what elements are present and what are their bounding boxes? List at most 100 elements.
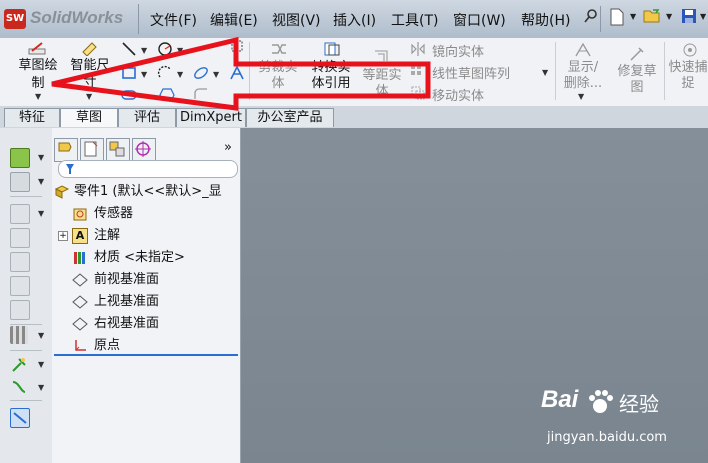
lights-icon[interactable]	[10, 356, 28, 374]
property-manager-tab-icon[interactable]	[80, 138, 104, 162]
watermark-url: jingyan.baidu.com	[547, 430, 667, 445]
app-logo[interactable]: SW SolidWorks	[4, 7, 132, 31]
chevron-down-icon[interactable]: ▼	[141, 46, 147, 55]
quick-snaps-button[interactable]: 快速捕 捉	[666, 40, 708, 102]
menu-view[interactable]: 视图(V)	[272, 10, 321, 30]
circle-icon[interactable]	[157, 41, 173, 57]
tree-filter-input[interactable]	[58, 160, 238, 178]
chevron-down-icon[interactable]: ▼	[630, 12, 636, 21]
divider	[664, 42, 665, 100]
menu-edit[interactable]: 编辑(E)	[210, 10, 258, 30]
linear-pattern-label: 线性草图阵列	[432, 67, 511, 82]
feature-tree-tab-icon[interactable]	[54, 138, 78, 162]
app-name: SolidWorks	[30, 8, 124, 27]
chevron-down-icon[interactable]: ▼	[38, 331, 44, 340]
section-view-icon[interactable]	[10, 204, 30, 224]
pan-icon[interactable]	[10, 300, 30, 320]
divider	[10, 350, 42, 351]
chevron-down-icon[interactable]: ▼	[38, 153, 44, 162]
save-icon[interactable]	[679, 8, 699, 28]
convert-entities-icon	[323, 41, 341, 61]
tab-evaluate[interactable]: 评估	[118, 108, 176, 127]
spline-icon[interactable]	[193, 65, 209, 81]
line-icon[interactable]	[121, 41, 137, 57]
slot-icon[interactable]	[121, 87, 137, 103]
smart-dimension-label-2: 寸	[83, 76, 97, 91]
menu-insert[interactable]: 插入(I)	[333, 10, 376, 30]
chevron-down-icon[interactable]: ▼	[38, 383, 44, 392]
display-delete-label-2: 删除...	[563, 76, 603, 91]
menu-tools[interactable]: 工具(T)	[391, 10, 438, 30]
text-icon[interactable]	[229, 65, 245, 81]
rotate-view-icon[interactable]	[10, 276, 30, 296]
sensor-icon	[72, 206, 88, 222]
display-style-icon[interactable]	[10, 172, 30, 192]
zoom-area-icon[interactable]	[10, 252, 30, 272]
divider	[555, 42, 556, 100]
rollback-bar[interactable]	[54, 354, 238, 356]
chevron-down-icon[interactable]: ▼	[700, 12, 706, 21]
tab-sketch[interactable]: 草图	[60, 108, 118, 127]
configuration-manager-tab-icon[interactable]	[106, 138, 130, 162]
chevron-down-icon[interactable]: ▼	[177, 46, 183, 55]
chevron-down-icon[interactable]: ▼	[213, 70, 219, 79]
repair-icon	[629, 46, 647, 66]
arc-icon[interactable]	[157, 65, 173, 81]
display-delete-label-1: 显示/	[567, 60, 599, 75]
divider	[10, 196, 42, 197]
chevron-down-icon[interactable]: ▼	[666, 12, 672, 21]
trim-label-2: 体	[271, 76, 285, 91]
expand-plus-icon[interactable]: +	[58, 231, 68, 241]
trim-entities-button[interactable]: 剪裁实 体	[252, 40, 304, 100]
graphics-area[interactable]: Bai 经验 jingyan.baidu.com	[241, 128, 708, 463]
chevron-down-icon[interactable]: ▼	[38, 177, 44, 186]
pin-icon[interactable]	[581, 8, 601, 28]
menu-window[interactable]: 窗口(W)	[453, 10, 506, 30]
chevron-down-icon[interactable]: ▼	[38, 209, 44, 218]
plane-icon	[72, 272, 88, 288]
view-orientation-icon[interactable]	[10, 148, 30, 168]
menu-help[interactable]: 帮助(H)	[521, 10, 570, 30]
plane-icon	[72, 294, 88, 310]
plane-icon	[72, 316, 88, 332]
expand-panel-button[interactable]: »	[224, 140, 232, 155]
chevron-down-icon[interactable]: ▼	[141, 70, 147, 79]
linear-pattern-button[interactable]: 线性草图阵列 ▼	[410, 62, 560, 82]
display-delete-relations-button[interactable]: 显示/ 删除... ▼	[558, 40, 608, 102]
offset-entities-button[interactable]: 等距实 体	[358, 40, 406, 100]
tree-item-label: 传感器	[94, 206, 134, 221]
offset-icon	[373, 48, 391, 68]
smart-dimension-icon	[80, 40, 100, 60]
tree-item-label: 原点	[94, 338, 121, 353]
chevron-down-icon[interactable]: ▼	[38, 360, 44, 369]
smart-dimension-button[interactable]: 智能尺 寸 ▼	[66, 40, 114, 101]
zoom-fit-icon[interactable]	[10, 228, 30, 248]
convert-label-1: 转换实	[311, 60, 351, 75]
tab-features[interactable]: 特征	[4, 108, 60, 127]
open-folder-icon[interactable]	[642, 8, 662, 28]
sketch-button[interactable]: 草图绘 制 ▼	[16, 40, 60, 101]
tab-office-products[interactable]: 办公室产品	[246, 108, 334, 127]
convert-entities-button[interactable]: 转换实 体引用	[304, 40, 358, 100]
move-entities-button[interactable]: 移动实体	[410, 84, 560, 104]
curve-icon[interactable]	[10, 378, 28, 396]
point-icon[interactable]	[229, 38, 245, 54]
menu-file[interactable]: 文件(F)	[150, 10, 197, 30]
tab-dimxpert[interactable]: DimXpert	[176, 108, 246, 127]
fillet-icon[interactable]	[193, 87, 209, 103]
filter-icon	[65, 163, 75, 179]
smart-dimension-label-1: 智能尺	[70, 58, 110, 73]
mirror-entities-button[interactable]: 镜向实体	[410, 40, 560, 60]
dimxpert-manager-tab-icon[interactable]	[132, 138, 156, 162]
repair-sketch-button[interactable]: 修复草 图	[612, 40, 662, 102]
grid-icon[interactable]	[10, 326, 28, 344]
new-document-icon[interactable]	[607, 8, 627, 28]
rectangle-icon[interactable]	[121, 65, 137, 81]
baidu-watermark: Bai 经验 jingyan.baidu.com	[541, 386, 701, 456]
tree-item-label: 上视基准面	[94, 294, 160, 309]
polygon-icon[interactable]	[159, 87, 175, 103]
tree-item-label: 注解	[94, 228, 121, 243]
sketch-mode-icon[interactable]	[10, 408, 30, 428]
offset-label-1: 等距实	[362, 68, 402, 83]
chevron-down-icon[interactable]: ▼	[177, 70, 183, 79]
